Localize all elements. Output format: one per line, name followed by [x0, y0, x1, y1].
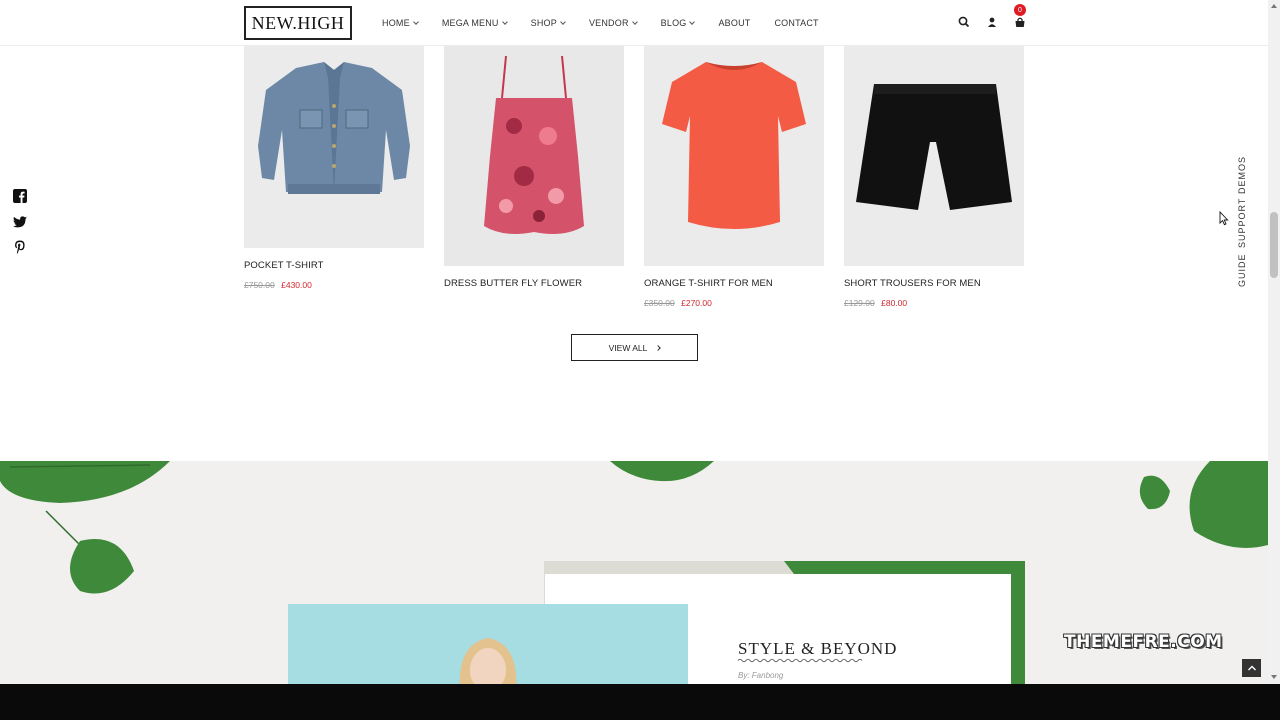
product-image[interactable] — [444, 46, 624, 266]
nav-vendor[interactable]: VENDOR — [589, 18, 638, 28]
cart-icon[interactable] — [1013, 14, 1027, 30]
twitter-icon[interactable] — [12, 214, 28, 230]
chevron-up-icon — [1247, 665, 1256, 671]
nav-home[interactable]: HOME — [382, 18, 419, 28]
product-name[interactable]: POCKET T-SHIRT — [244, 260, 424, 271]
product-image[interactable] — [844, 46, 1024, 266]
nav-blog[interactable]: BLOG — [661, 18, 696, 28]
back-to-top-button[interactable] — [1242, 659, 1261, 677]
watermark: THEMEFRE.COM — [1064, 632, 1223, 652]
sale-price: £430.00 — [281, 280, 312, 290]
product-name[interactable]: ORANGE T-SHIRT FOR MEN — [644, 278, 824, 289]
wavy-divider — [738, 658, 862, 663]
user-icon[interactable] — [985, 14, 999, 30]
scrollbar-thumb[interactable] — [1270, 212, 1278, 278]
orange-tshirt-image — [644, 46, 824, 266]
blog-photo[interactable] — [288, 604, 688, 684]
product-name[interactable]: SHORT TROUSERS FOR MEN — [844, 278, 1024, 289]
site-header: NEW.HIGH HOME MEGA MENU SHOP VENDOR BLOG… — [0, 0, 1268, 46]
facebook-icon[interactable] — [12, 188, 28, 204]
sale-price: £80.00 — [881, 298, 908, 308]
old-price: £750.00 — [244, 280, 275, 290]
product-price: £750.00 £430.00 — [244, 280, 424, 290]
side-link-guide[interactable]: GUIDE — [1237, 253, 1247, 287]
nav-about[interactable]: ABOUT — [718, 18, 750, 28]
site-logo[interactable]: NEW.HIGH — [244, 6, 352, 40]
scroll-down-arrow[interactable] — [1271, 675, 1277, 679]
bottom-bar — [0, 684, 1280, 720]
side-link-support[interactable]: SUPPORT — [1237, 198, 1247, 248]
page-scrollbar[interactable] — [1268, 0, 1280, 684]
product-image[interactable] — [644, 46, 824, 266]
black-shorts-image — [844, 46, 1024, 266]
floral-top-image — [444, 46, 624, 266]
denim-jacket-image — [244, 46, 424, 248]
blog-author: By: Fanbong — [738, 671, 784, 680]
scroll-up-arrow[interactable] — [1271, 4, 1277, 8]
leaf-decoration — [610, 461, 714, 482]
nav-mega-menu[interactable]: MEGA MENU — [442, 18, 508, 28]
view-all-button[interactable]: VIEW ALL — [571, 334, 698, 361]
chevron-right-icon — [655, 344, 662, 351]
nav-contact[interactable]: CONTACT — [774, 18, 818, 28]
side-link-demos[interactable]: DEMOS — [1237, 156, 1247, 194]
search-icon[interactable] — [957, 14, 971, 30]
chevron-down-icon — [501, 18, 508, 25]
mouse-cursor-icon — [1219, 211, 1229, 226]
product-card[interactable]: SHORT TROUSERS FOR MEN £129.00 £80.00 — [844, 46, 1024, 308]
chevron-down-icon — [560, 18, 566, 25]
product-card[interactable]: POCKET T-SHIRT £750.00 £430.00 — [244, 46, 424, 290]
product-price: £129.00 £80.00 — [844, 298, 1024, 308]
blog-title[interactable]: STYLE & BEYOND — [738, 639, 897, 659]
chevron-down-icon — [631, 18, 638, 25]
chevron-down-icon — [412, 18, 419, 25]
product-card[interactable]: DRESS BUTTER FLY FLOWER — [444, 46, 624, 289]
chevron-down-icon — [689, 18, 696, 25]
product-price: £350.00 £270.00 — [644, 298, 824, 308]
pinterest-icon[interactable] — [12, 239, 28, 255]
leaf-decoration — [0, 461, 170, 594]
product-name[interactable]: DRESS BUTTER FLY FLOWER — [444, 278, 624, 289]
old-price: £350.00 — [644, 298, 675, 308]
product-card[interactable]: ORANGE T-SHIRT FOR MEN £350.00 £270.00 — [644, 46, 824, 308]
product-image[interactable] — [244, 46, 424, 248]
leaf-decoration — [1139, 461, 1268, 548]
old-price: £129.00 — [844, 298, 875, 308]
cart-count-badge: 0 — [1014, 4, 1026, 16]
main-nav: HOME MEGA MENU SHOP VENDOR BLOG ABOUT CO… — [382, 0, 843, 46]
sale-price: £270.00 — [681, 298, 712, 308]
nav-shop[interactable]: SHOP — [531, 18, 566, 28]
